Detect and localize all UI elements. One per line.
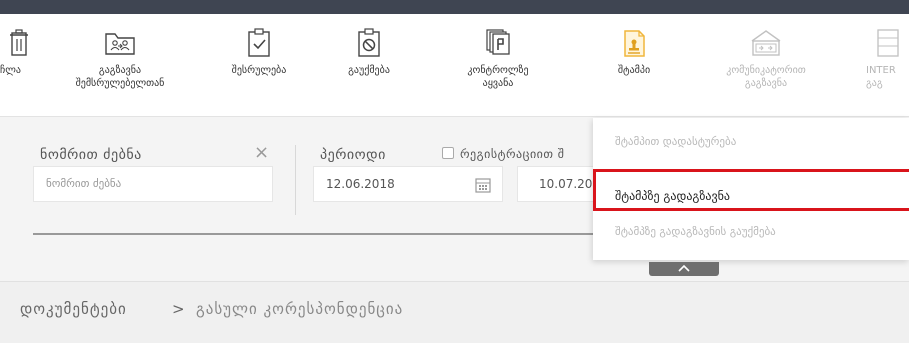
search-divider-line	[33, 233, 593, 235]
execute-label: შესრულება	[231, 65, 287, 76]
send-communicator-button[interactable]: კომუნიკატორით გაგზავნა	[716, 14, 816, 117]
stamp-label: შტამპი	[617, 65, 651, 76]
communicator-icon	[751, 30, 781, 56]
inter-label: INTER გაგ	[866, 65, 896, 89]
stacked-docs-icon	[486, 29, 510, 55]
trash-icon	[10, 29, 28, 56]
field-divider	[295, 145, 296, 215]
stamp-button[interactable]: შტამპი	[604, 14, 664, 117]
take-control-label: კონტროლზე აყვანა	[467, 65, 529, 89]
stamp-icon	[624, 30, 645, 57]
highlight-box	[593, 169, 909, 211]
collapse-tab[interactable]	[649, 262, 719, 276]
delete-button[interactable]: ჩლა	[0, 14, 48, 117]
execute-button[interactable]: შესრულება	[222, 14, 296, 117]
period-to-input[interactable]: 10.07.201	[517, 166, 593, 202]
number-search-input[interactable]: ნომრით ძებნა	[33, 166, 273, 202]
close-icon[interactable]: ×	[254, 142, 269, 163]
chevron-up-icon	[678, 264, 690, 272]
calendar-icon[interactable]	[474, 176, 492, 194]
inter-icon	[877, 29, 899, 57]
stamp-confirm-item[interactable]: შტამპით დადასტურება	[593, 135, 909, 148]
cancel-label: გაუქმება	[348, 65, 390, 76]
delete-label: ჩლა	[0, 65, 21, 76]
take-control-button[interactable]: კონტროლზე აყვანა	[454, 14, 542, 117]
number-search-title: ნომრით ძებნა	[40, 147, 142, 163]
registration-label: რეგისტრაციით შ	[460, 147, 565, 161]
people-folder-icon	[105, 33, 135, 55]
send-to-executor-button[interactable]: გაგზავნა შემსრულებელთან	[70, 14, 170, 117]
clipboard-check-icon	[248, 28, 270, 57]
breadcrumb	[0, 281, 909, 343]
top-bar	[0, 0, 909, 14]
send-to-executor-label: გაგზავნა შემსრულებელთან	[75, 65, 165, 89]
send-communicator-label: კომუნიკატორით გაგზავნა	[726, 65, 806, 89]
cancel-button[interactable]: გაუქმება	[334, 14, 404, 117]
inter-button[interactable]: INTER გაგ	[866, 14, 909, 117]
clipboard-cancel-icon	[358, 28, 380, 57]
period-title: პერიოდი	[320, 147, 386, 163]
toolbar: ჩლა გაგზავნა შემსრულებელთან შესრულება გა…	[0, 14, 909, 117]
registration-checkbox[interactable]	[442, 147, 454, 159]
breadcrumb-current: გასული კორესპონდენცია	[196, 300, 404, 318]
breadcrumb-root[interactable]: დოკუმენტები	[20, 300, 127, 318]
cancel-send-to-stamp-item[interactable]: შტამპზე გადაგზავნის გაუქმება	[593, 225, 909, 238]
breadcrumb-separator: >	[172, 300, 186, 318]
